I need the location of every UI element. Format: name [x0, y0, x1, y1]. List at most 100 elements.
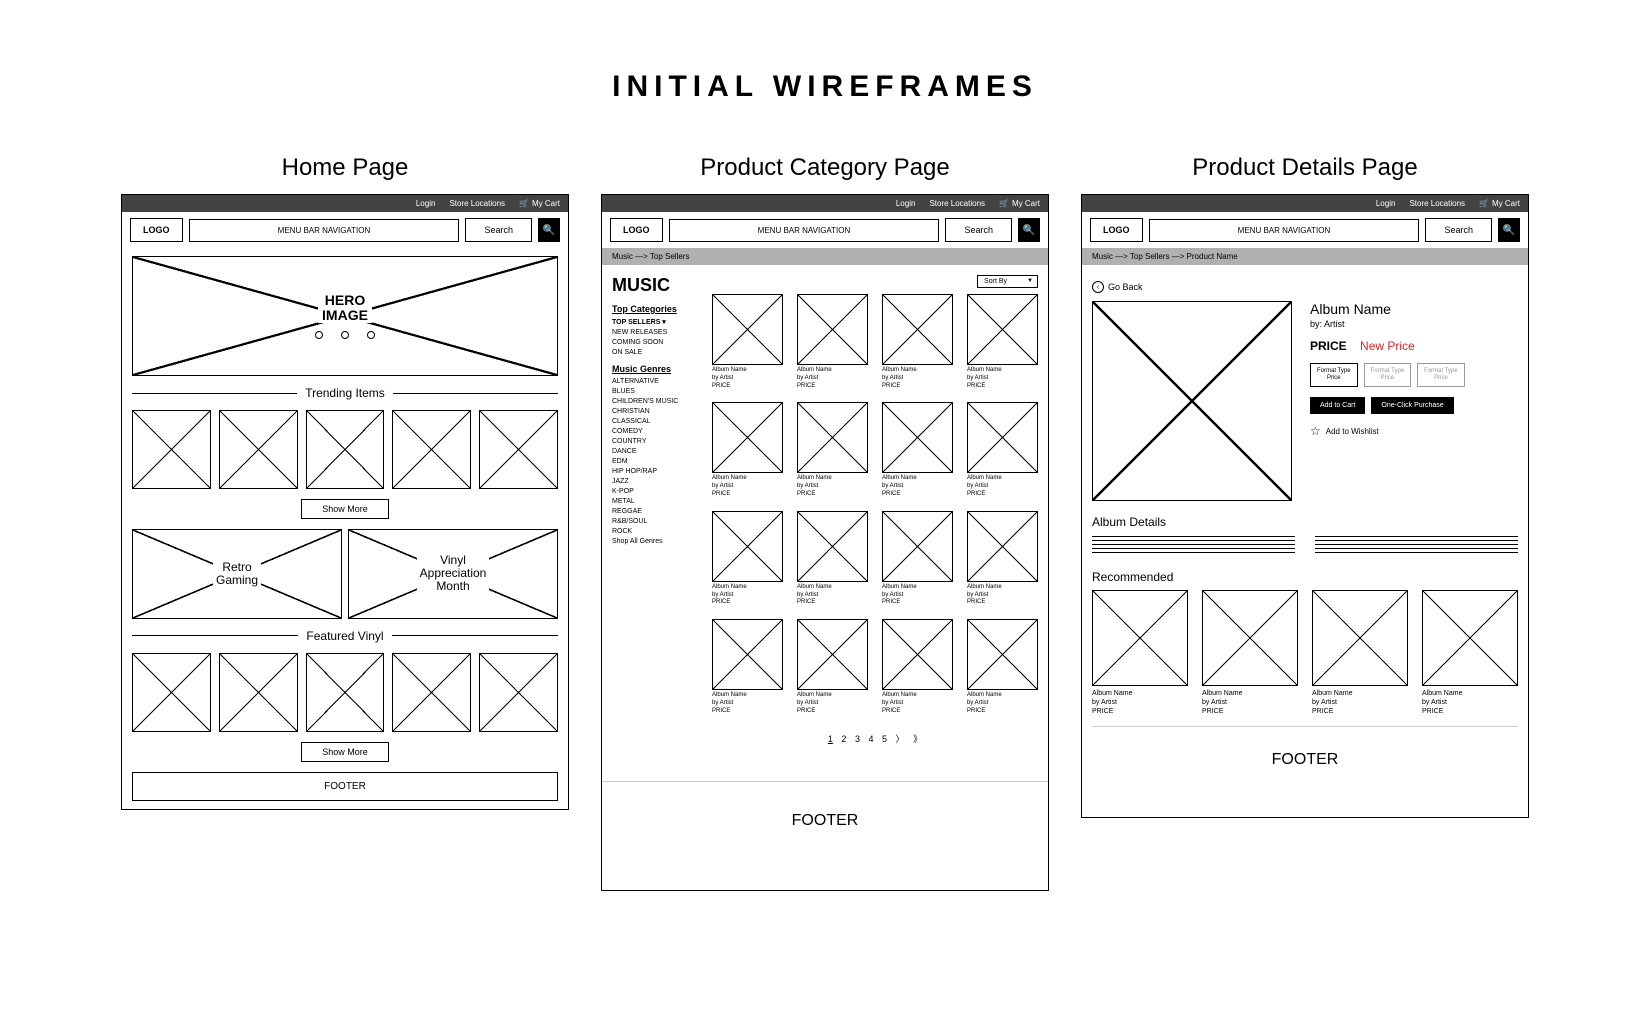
sidebar-genre-item[interactable]: COMEDY [612, 428, 702, 435]
trending-item[interactable] [306, 410, 385, 489]
product-card[interactable]: Album Nameby ArtistPRICE [967, 402, 1038, 498]
featured-item[interactable] [479, 653, 558, 732]
page-4[interactable]: 4 [868, 734, 873, 744]
recommended-card[interactable]: Album Nameby ArtistPRICE [1422, 590, 1518, 716]
sidebar-genre-item[interactable]: REGGAE [612, 508, 702, 515]
logo[interactable]: LOGO [130, 218, 183, 242]
recommended-card[interactable]: Album Nameby ArtistPRICE [1092, 590, 1188, 716]
featured-item[interactable] [132, 653, 211, 732]
sort-select[interactable]: Sort By [977, 275, 1038, 288]
trending-item[interactable] [219, 410, 298, 489]
sidebar-genre-item[interactable]: ALTERNATIVE [612, 378, 702, 385]
locations-link[interactable]: Store Locations [1409, 199, 1465, 208]
product-card[interactable]: Album Nameby ArtistPRICE [967, 511, 1038, 607]
one-click-button[interactable]: One-Click Purchase [1371, 397, 1453, 414]
sidebar-genre-item[interactable]: DANCE [612, 448, 702, 455]
sidebar-genre-item[interactable]: CHRISTIAN [612, 408, 702, 415]
sidebar-genre-item[interactable]: EDM [612, 458, 702, 465]
sidebar-genre-item[interactable]: COUNTRY [612, 438, 702, 445]
product-card[interactable]: Album Nameby ArtistPRICE [712, 402, 783, 498]
carousel-dots[interactable] [315, 331, 375, 339]
sidebar-genre-item[interactable]: METAL [612, 498, 702, 505]
product-card[interactable]: Album Nameby ArtistPRICE [797, 402, 868, 498]
sidebar-genre-item[interactable]: Shop All Genres [612, 538, 702, 545]
sidebar-item-new-releases[interactable]: NEW RELEASES [612, 329, 702, 336]
product-card[interactable]: Album Nameby ArtistPRICE [882, 402, 953, 498]
show-more-button[interactable]: Show More [301, 742, 389, 762]
breadcrumb[interactable]: Music —> Top Sellers —> Product Name [1082, 248, 1528, 265]
product-card[interactable]: Album Nameby ArtistPRICE [797, 619, 868, 715]
menu-bar[interactable]: MENU BAR NAVIGATION [669, 219, 940, 242]
format-option[interactable]: Format TypePrice [1364, 363, 1412, 387]
product-card[interactable]: Album Nameby ArtistPRICE [882, 511, 953, 607]
featured-heading: Featured Vinyl [132, 629, 558, 643]
login-link[interactable]: Login [416, 199, 436, 208]
retro-gaming-promo[interactable]: RetroGaming [132, 529, 342, 619]
featured-item[interactable] [392, 653, 471, 732]
cart-link[interactable]: 🛒My Cart [519, 199, 560, 208]
sidebar-genre-item[interactable]: CHILDREN'S MUSIC [612, 398, 702, 405]
details-panel: Product Details Page Login Store Locatio… [1081, 154, 1529, 891]
search-button[interactable]: 🔍 [1498, 218, 1520, 242]
sidebar-genre-item[interactable]: ROCK [612, 528, 702, 535]
sidebar-item-on-sale[interactable]: ON SALE [612, 349, 702, 356]
sidebar-genre-item[interactable]: K-POP [612, 488, 702, 495]
page-1[interactable]: 1 [828, 734, 833, 744]
trending-item[interactable] [392, 410, 471, 489]
sidebar-item-coming-soon[interactable]: COMING SOON [612, 339, 702, 346]
recommended-card[interactable]: Album Nameby ArtistPRICE [1312, 590, 1408, 716]
sidebar-genre-item[interactable]: CLASSICAL [612, 418, 702, 425]
search-button[interactable]: 🔍 [538, 218, 560, 242]
search-button[interactable]: 🔍 [1018, 218, 1040, 242]
search-input[interactable]: Search [945, 218, 1012, 242]
logo[interactable]: LOGO [610, 218, 663, 242]
product-card[interactable]: Album Nameby ArtistPRICE [882, 294, 953, 390]
product-card[interactable]: Album Nameby ArtistPRICE [797, 511, 868, 607]
product-card[interactable]: Album Nameby ArtistPRICE [882, 619, 953, 715]
vinyl-month-promo[interactable]: VinylAppreciationMonth [348, 529, 558, 619]
sidebar-item-top-sellers[interactable]: TOP SELLERS ▾ [612, 318, 702, 326]
search-input[interactable]: Search [1425, 218, 1492, 242]
featured-item[interactable] [219, 653, 298, 732]
menu-bar[interactable]: MENU BAR NAVIGATION [1149, 219, 1420, 242]
footer: FOOTER [132, 772, 558, 801]
page-2[interactable]: 2 [841, 734, 846, 744]
product-card[interactable]: Album Nameby ArtistPRICE [712, 511, 783, 607]
page-5[interactable]: 5 [882, 734, 887, 744]
format-option[interactable]: Format TypePrice [1417, 363, 1465, 387]
recommended-card[interactable]: Album Nameby ArtistPRICE [1202, 590, 1298, 716]
featured-item[interactable] [306, 653, 385, 732]
product-card[interactable]: Album Nameby ArtistPRICE [712, 294, 783, 390]
show-more-button[interactable]: Show More [301, 499, 389, 519]
sidebar-genre-item[interactable]: JAZZ [612, 478, 702, 485]
locations-link[interactable]: Store Locations [449, 199, 505, 208]
cart-link[interactable]: 🛒My Cart [999, 199, 1040, 208]
product-thumb [882, 294, 953, 365]
format-option[interactable]: Format TypePrice [1310, 363, 1358, 387]
menu-bar[interactable]: MENU BAR NAVIGATION [189, 219, 460, 242]
trending-item[interactable] [479, 410, 558, 489]
go-back-link[interactable]: ‹ Go Back [1092, 281, 1518, 293]
add-to-cart-button[interactable]: Add to Cart [1310, 397, 1365, 414]
page-3[interactable]: 3 [855, 734, 860, 744]
login-link[interactable]: Login [1376, 199, 1396, 208]
trending-item[interactable] [132, 410, 211, 489]
page-last[interactable]: 》 [913, 734, 922, 744]
add-wishlist-link[interactable]: ☆ Add to Wishlist [1310, 424, 1518, 438]
breadcrumb[interactable]: Music —> Top Sellers [602, 248, 1048, 265]
sidebar-genre-item[interactable]: BLUES [612, 388, 702, 395]
category-panel: Product Category Page Login Store Locati… [601, 154, 1049, 891]
product-card[interactable]: Album Nameby ArtistPRICE [712, 619, 783, 715]
login-link[interactable]: Login [896, 199, 916, 208]
sidebar-genre-item[interactable]: R&B/SOUL [612, 518, 702, 525]
product-card[interactable]: Album Nameby ArtistPRICE [967, 294, 1038, 390]
trending-row [132, 410, 558, 489]
cart-link[interactable]: 🛒My Cart [1479, 199, 1520, 208]
product-card[interactable]: Album Nameby ArtistPRICE [797, 294, 868, 390]
product-card[interactable]: Album Nameby ArtistPRICE [967, 619, 1038, 715]
search-input[interactable]: Search [465, 218, 532, 242]
logo[interactable]: LOGO [1090, 218, 1143, 242]
page-next[interactable]: 〉 [896, 734, 905, 744]
locations-link[interactable]: Store Locations [929, 199, 985, 208]
sidebar-genre-item[interactable]: HIP HOP/RAP [612, 468, 702, 475]
